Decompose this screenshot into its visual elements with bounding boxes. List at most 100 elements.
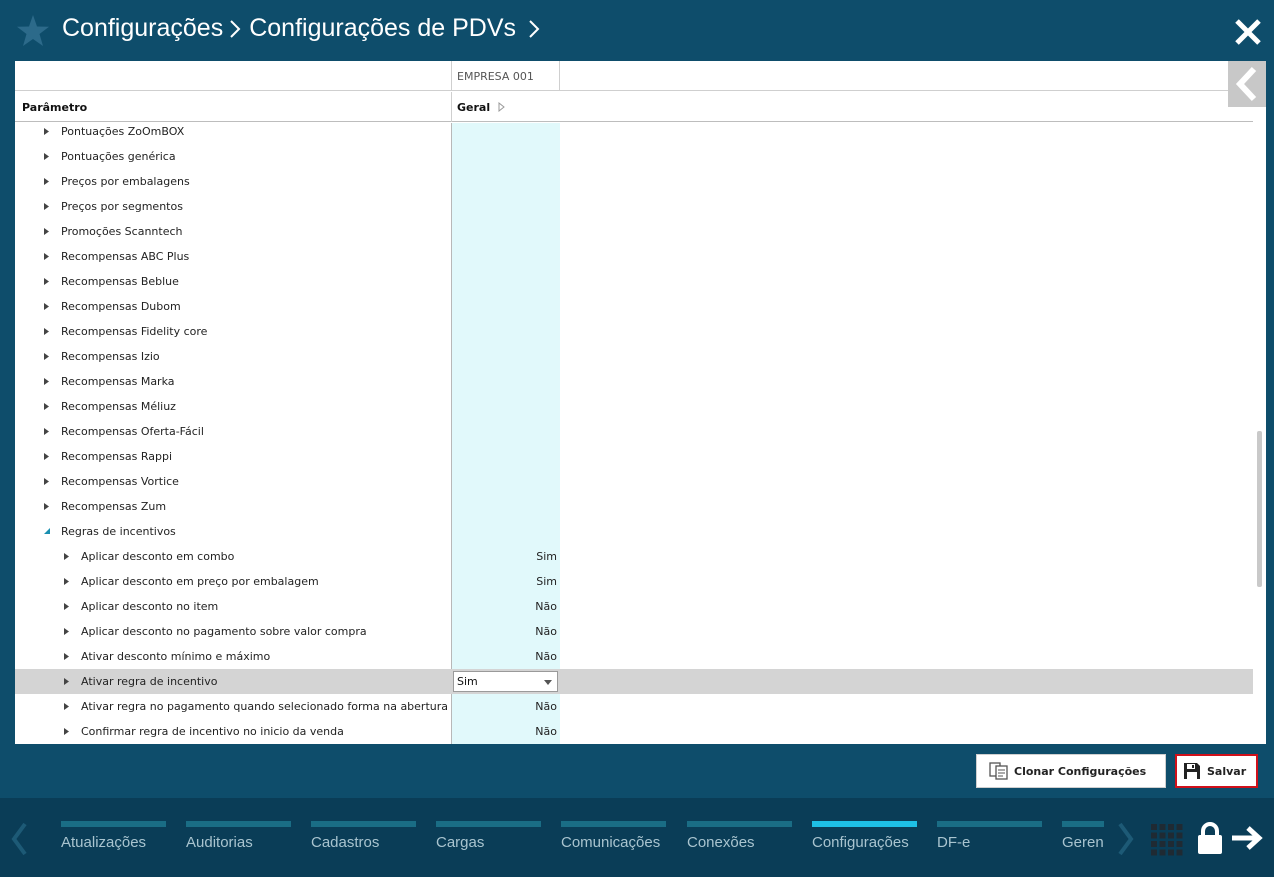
row-value[interactable]: Não xyxy=(451,625,557,638)
breadcrumb-pdvs[interactable]: Configurações de PDVs xyxy=(249,14,516,43)
nav-item-atualizacoes[interactable]: Atualizações xyxy=(61,821,166,861)
list-item[interactable]: Recompensas Oferta-Fácil xyxy=(15,419,1253,444)
list-item-expanded[interactable]: Regras de incentivos xyxy=(15,519,1253,544)
expand-arrow-icon[interactable] xyxy=(44,203,49,210)
list-item[interactable]: Recompensas ABC Plus xyxy=(15,244,1253,269)
logout-arrow-icon[interactable] xyxy=(1230,825,1264,851)
list-item[interactable]: Aplicar desconto no pagamento sobre valo… xyxy=(15,619,1253,644)
expand-arrow-icon[interactable] xyxy=(64,603,69,610)
lock-icon[interactable] xyxy=(1196,821,1224,855)
list-item[interactable]: Recompensas Zum xyxy=(15,494,1253,519)
row-label: Ativar regra de incentivo xyxy=(81,675,218,688)
row-label: Promoções Scanntech xyxy=(61,225,183,238)
list-item[interactable]: Preços por segmentos xyxy=(15,194,1253,219)
list-item[interactable]: Pontuações ZoOmBOX xyxy=(15,119,1253,144)
list-item[interactable]: Ativar desconto mínimo e máximo Não xyxy=(15,644,1253,669)
list-item[interactable]: Recompensas Fidelity core xyxy=(15,319,1253,344)
nav-item-cargas[interactable]: Cargas xyxy=(436,821,541,861)
expand-arrow-icon[interactable] xyxy=(44,378,49,385)
nav-item-dfe[interactable]: DF-e xyxy=(937,821,1042,861)
expand-arrow-icon[interactable] xyxy=(64,553,69,560)
row-value[interactable]: Não xyxy=(451,650,557,663)
expand-arrow-icon[interactable] xyxy=(44,453,49,460)
expand-arrow-icon[interactable] xyxy=(64,728,69,735)
row-label: Pontuações ZoOmBOX xyxy=(61,125,185,138)
breadcrumb-configuracoes[interactable]: Configurações xyxy=(62,14,223,43)
expand-arrow-icon[interactable] xyxy=(44,303,49,310)
row-label: Recompensas Rappi xyxy=(61,450,172,463)
expand-arrow-icon[interactable] xyxy=(44,153,49,160)
expand-arrow-icon[interactable] xyxy=(64,578,69,585)
expand-arrow-icon[interactable] xyxy=(44,478,49,485)
list-item-selected[interactable]: Ativar regra de incentivo Sim xyxy=(15,669,1253,694)
row-label: Aplicar desconto em preço por embalagem xyxy=(81,575,319,588)
chevron-right-icon[interactable] xyxy=(1116,822,1136,856)
expand-arrow-icon[interactable] xyxy=(44,503,49,510)
collapse-arrow-icon[interactable] xyxy=(43,528,50,534)
list-item[interactable]: Preços por embalagens xyxy=(15,169,1253,194)
list-item[interactable]: Recompensas Izio xyxy=(15,344,1253,369)
expand-arrow-icon[interactable] xyxy=(64,678,69,685)
row-label: Recompensas Vortice xyxy=(61,475,179,488)
expand-arrow-icon[interactable] xyxy=(64,628,69,635)
list-item[interactable]: Aplicar desconto no item Não xyxy=(15,594,1253,619)
grid-menu-icon[interactable] xyxy=(1151,824,1183,856)
nav-item-conexoes[interactable]: Conexões xyxy=(687,821,792,861)
expand-arrow-icon[interactable] xyxy=(44,278,49,285)
row-value[interactable]: Não xyxy=(451,600,557,613)
row-label: Recompensas Méliuz xyxy=(61,400,176,413)
expand-arrow-icon[interactable] xyxy=(64,653,69,660)
list-item[interactable]: Promoções Scanntech xyxy=(15,219,1253,244)
clone-config-button[interactable]: Clonar Configurações xyxy=(976,754,1166,788)
expand-arrow-icon[interactable] xyxy=(44,178,49,185)
nav-item-comunicacoes[interactable]: Comunicações xyxy=(561,821,666,861)
list-item[interactable]: Recompensas Dubom xyxy=(15,294,1253,319)
expand-right-icon[interactable] xyxy=(498,102,505,112)
expand-arrow-icon[interactable] xyxy=(44,228,49,235)
save-button[interactable]: Salvar xyxy=(1175,754,1258,788)
row-value[interactable]: Sim xyxy=(451,550,557,563)
list-item[interactable]: Recompensas Vortice xyxy=(15,469,1253,494)
list-item[interactable]: Recompensas Méliuz xyxy=(15,394,1253,419)
close-icon[interactable] xyxy=(1234,18,1262,46)
expand-arrow-icon[interactable] xyxy=(44,353,49,360)
list-item[interactable]: Aplicar desconto em preço por embalagem S… xyxy=(15,569,1253,594)
chevron-left-icon[interactable] xyxy=(9,822,29,856)
nav-item-auditorias[interactable]: Auditorias xyxy=(186,821,291,861)
expand-arrow-icon[interactable] xyxy=(44,328,49,335)
expand-arrow-icon[interactable] xyxy=(44,128,49,135)
list-item[interactable]: Recompensas Beblue xyxy=(15,269,1253,294)
vertical-scrollbar[interactable] xyxy=(1257,431,1262,587)
expand-arrow-icon[interactable] xyxy=(44,428,49,435)
nav-label: Atualizações xyxy=(61,834,147,851)
value-select[interactable]: Sim xyxy=(453,671,558,692)
dropdown-arrow-icon[interactable] xyxy=(544,680,552,685)
list-item[interactable]: Recompensas Marka xyxy=(15,369,1253,394)
list-item[interactable]: Ativar regra no pagamento quando selecio… xyxy=(15,694,1253,719)
expand-arrow-icon[interactable] xyxy=(44,403,49,410)
chevron-left-icon xyxy=(1235,66,1257,102)
expand-arrow-icon[interactable] xyxy=(44,253,49,260)
param-column-header: Parâmetro xyxy=(22,101,88,114)
row-label: Ativar desconto mínimo e máximo xyxy=(81,650,271,663)
list-item[interactable]: Pontuações genérica xyxy=(15,144,1253,169)
row-label: Confirmar regra de incentivo no inicio d… xyxy=(81,725,344,738)
row-value[interactable]: Sim xyxy=(451,575,557,588)
row-value[interactable]: Não xyxy=(451,725,557,738)
geral-column-header[interactable]: Geral xyxy=(451,92,560,122)
row-label: Regras de incentivos xyxy=(61,525,176,538)
star-icon[interactable] xyxy=(16,14,50,48)
nav-item-cadastros[interactable]: Cadastros xyxy=(311,821,416,861)
nav-item-gerenciamento[interactable]: Gerenciamento xyxy=(1062,821,1104,861)
collapse-panel-button[interactable] xyxy=(1228,61,1266,107)
row-value[interactable]: Não xyxy=(451,700,557,713)
nav-item-configuracoes[interactable]: Configurações xyxy=(812,821,917,861)
chevron-right-icon[interactable] xyxy=(528,19,540,39)
expand-arrow-icon[interactable] xyxy=(64,703,69,710)
list-item[interactable]: Confirmar regra de incentivo no inicio d… xyxy=(15,719,1253,744)
column-header-row: Parâmetro Geral xyxy=(15,92,1253,122)
list-item[interactable]: Recompensas Rappi xyxy=(15,444,1253,469)
nav-label: Gerenciamento xyxy=(1062,834,1104,851)
list-item[interactable]: Aplicar desconto em combo Sim xyxy=(15,544,1253,569)
row-label: Aplicar desconto no item xyxy=(81,600,219,613)
